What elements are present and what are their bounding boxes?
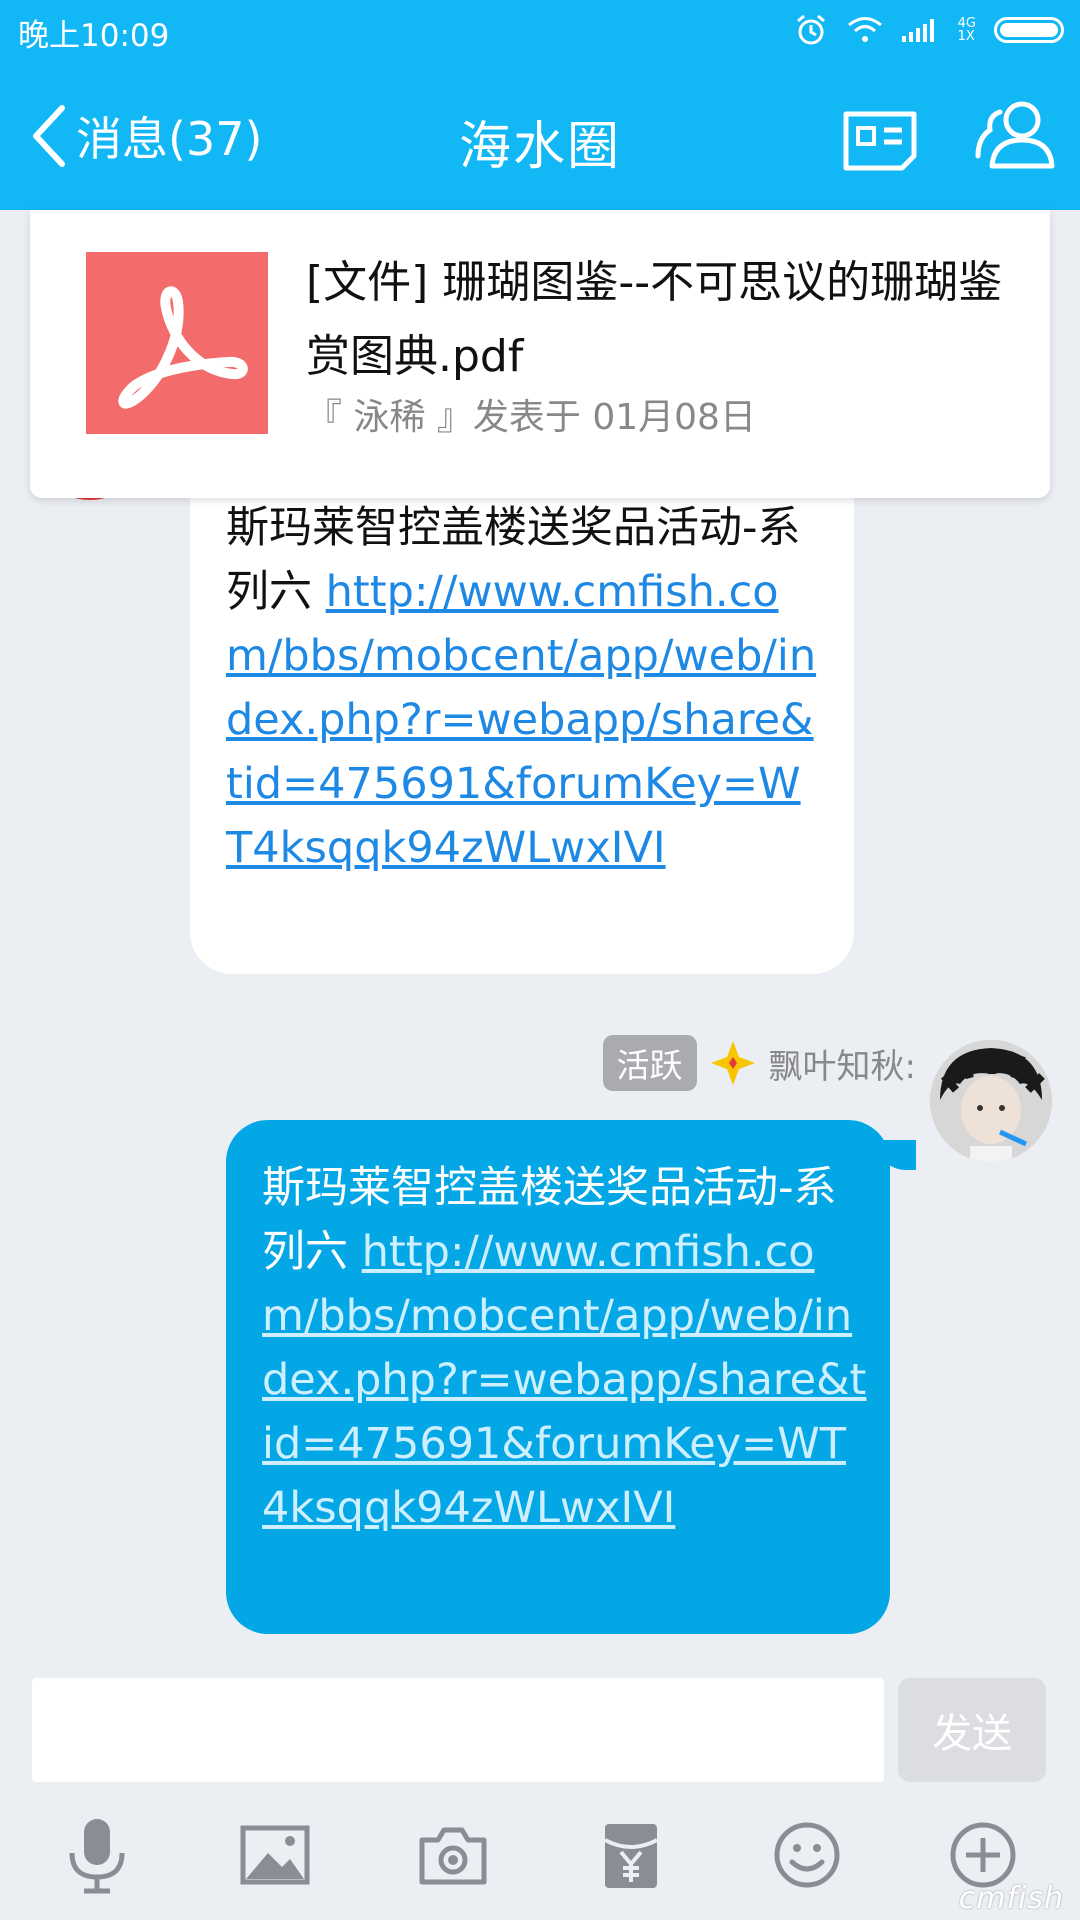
title-bar: 消息(37) 海水圈 <box>0 60 1080 210</box>
wifi-icon <box>847 17 882 42</box>
red-packet-icon <box>604 1824 658 1888</box>
status-icons: 4G 1X <box>794 10 1064 50</box>
microphone-icon <box>69 1819 125 1894</box>
id-card-icon <box>843 111 917 171</box>
pdf-icon <box>86 252 268 434</box>
sender-row: 活跃 飘叶知秋: <box>602 1035 916 1091</box>
file-title: [文件] 珊瑚图鉴--不可思议的珊瑚鉴赏图典.pdf <box>306 257 1003 382</box>
message-bubble-incoming[interactable]: 斯玛莱智控盖楼送奖品活动-系列六 http://www.cmfish.com/b… <box>190 440 854 974</box>
status-bar: 晚上10:09 4G 1X <box>0 0 1080 60</box>
status-time: 晚上10:09 <box>18 18 170 54</box>
battery-icon <box>994 17 1064 43</box>
plus-icon <box>950 1822 1016 1888</box>
message-text: 斯玛莱智控盖楼送奖品活动-系列六 http://www.cmfish.com/b… <box>226 503 817 873</box>
avatar[interactable] <box>930 1040 1052 1162</box>
image-button[interactable] <box>230 1810 320 1900</box>
users-icon <box>975 101 1055 169</box>
file-meta: 『 泳稀 』发表于 01月08日 <box>306 397 756 438</box>
voice-button[interactable] <box>52 1810 142 1900</box>
emoji-icon <box>774 1822 840 1888</box>
message-input[interactable] <box>32 1678 884 1782</box>
send-button[interactable]: 发送 <box>898 1678 1046 1782</box>
watermark: cmfish <box>958 1881 1064 1916</box>
alarm-icon <box>796 14 825 45</box>
network-type: 4G 1X <box>957 16 976 44</box>
camera-button[interactable] <box>408 1810 498 1900</box>
sender-name: 飘叶知秋: <box>768 1046 916 1087</box>
message-text: 斯玛莱智控盖楼送奖品活动-系列六 http://www.cmfish.com/b… <box>262 1163 867 1533</box>
group-card-button[interactable] <box>840 100 920 180</box>
red-packet-button[interactable] <box>586 1810 676 1900</box>
input-toolbar: cmfish <box>0 1810 1080 1920</box>
camera-icon <box>419 1827 487 1885</box>
level-star-icon <box>710 1041 755 1085</box>
status-badge: 活跃 <box>602 1035 697 1091</box>
pinned-file-card[interactable]: [文件] 珊瑚图鉴--不可思议的珊瑚鉴赏图典.pdf 『 泳稀 』发表于 01月… <box>30 210 1050 498</box>
message-bubble-outgoing[interactable]: 斯玛莱智控盖楼送奖品活动-系列六 http://www.cmfish.com/b… <box>226 1120 916 1634</box>
signal-icon <box>901 19 934 42</box>
members-button[interactable] <box>970 90 1060 180</box>
emoji-button[interactable] <box>762 1810 852 1900</box>
image-icon <box>240 1825 310 1885</box>
